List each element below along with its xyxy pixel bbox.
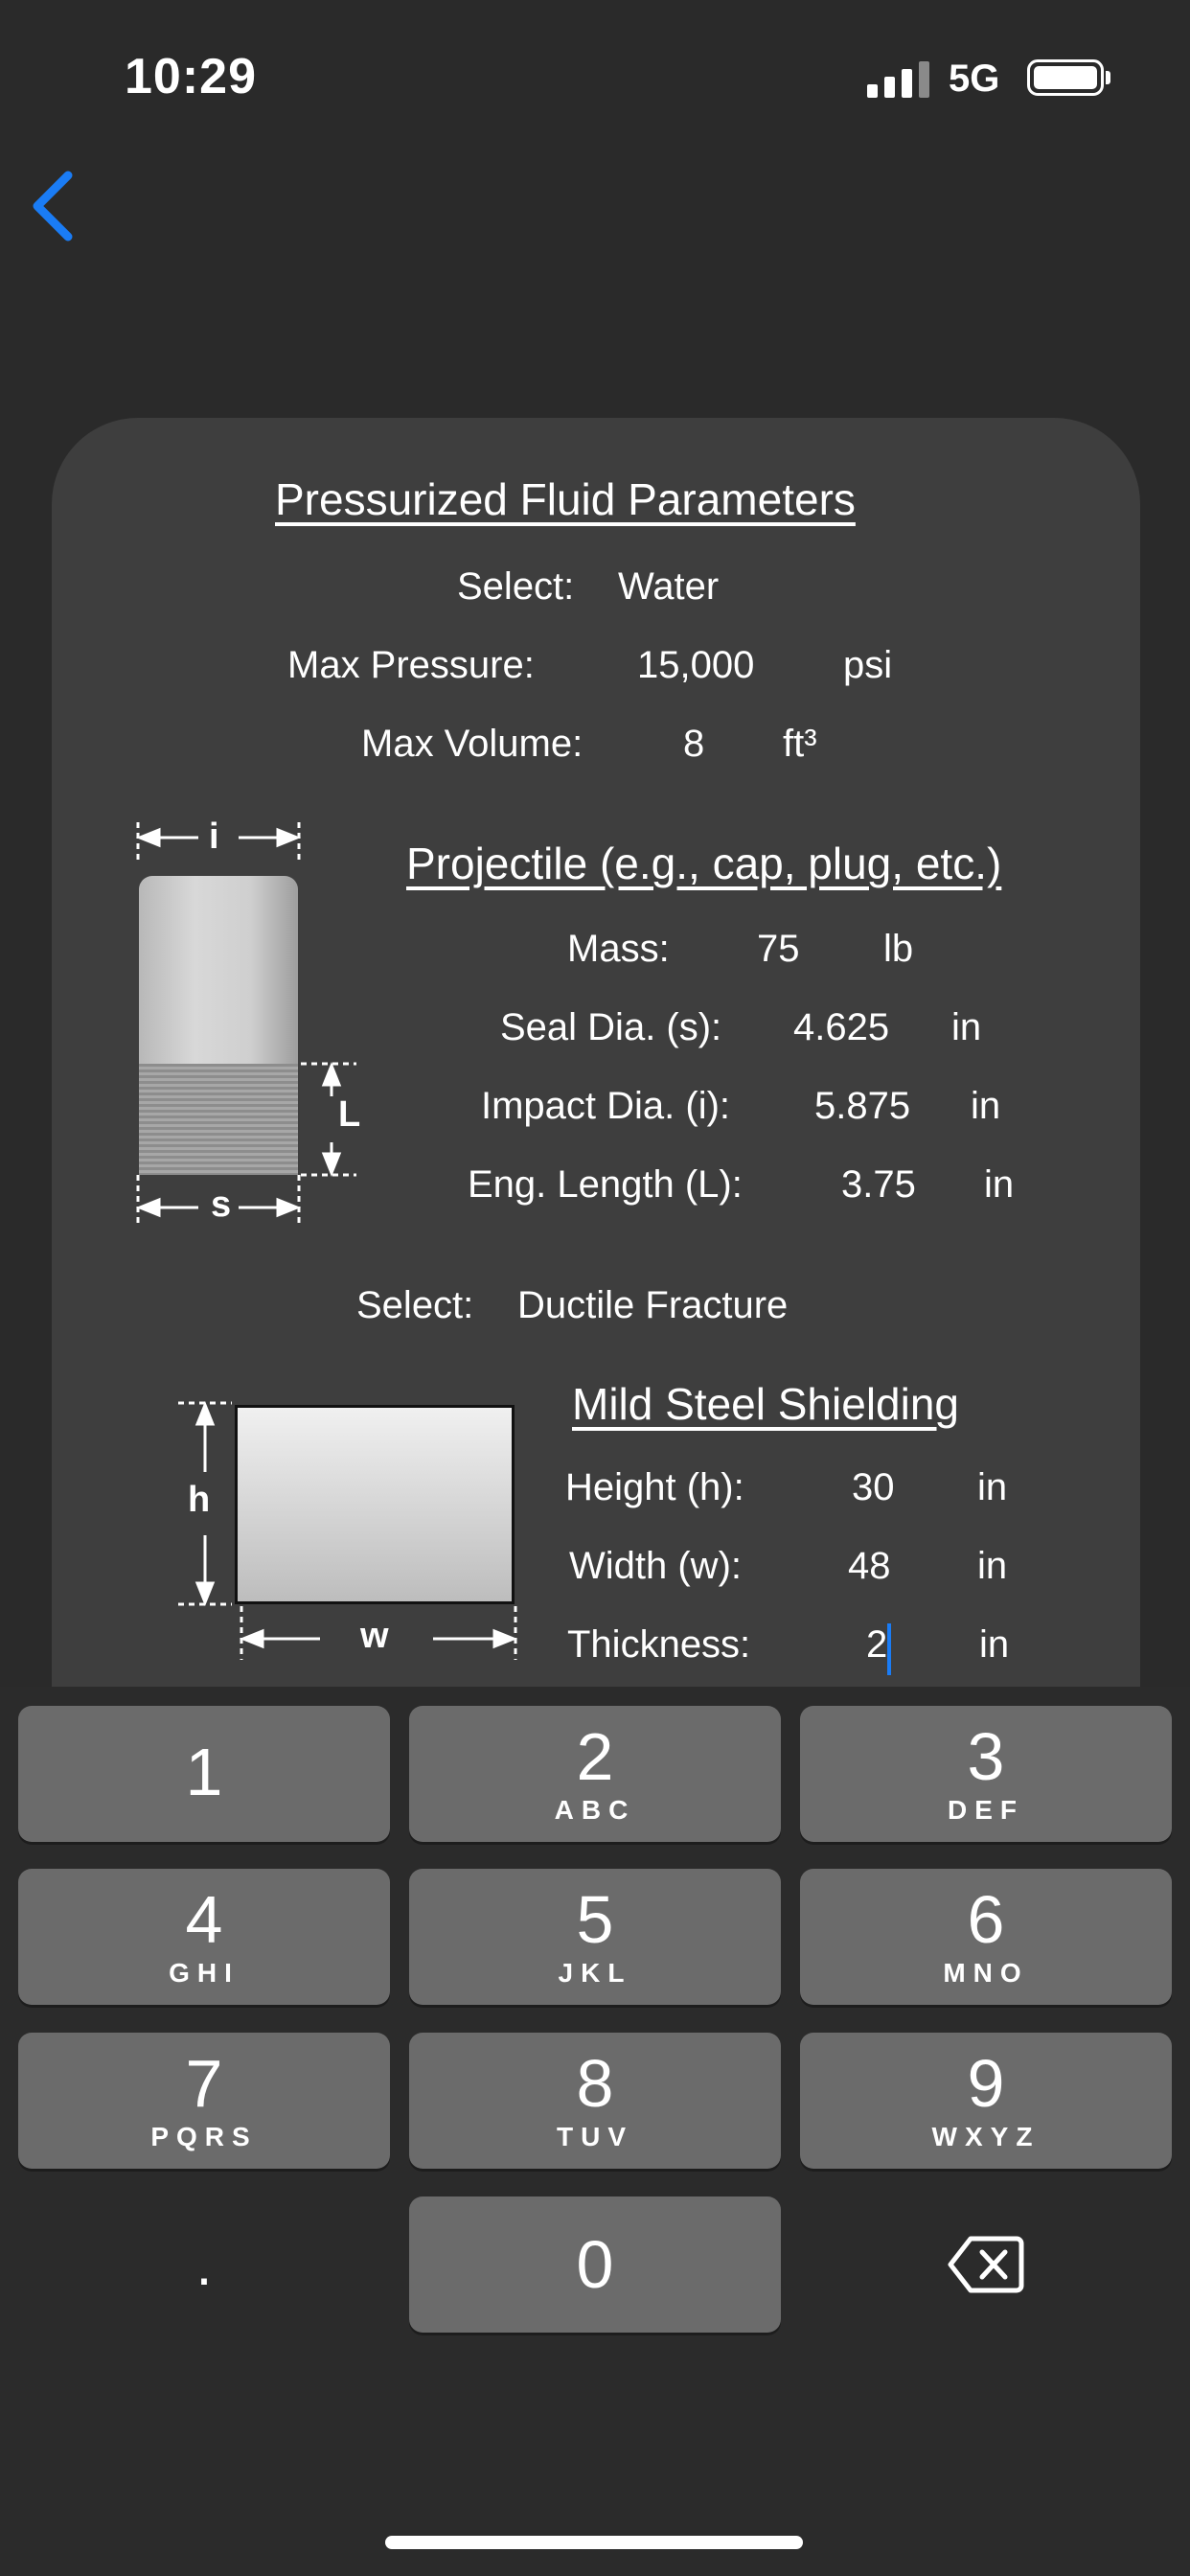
back-chevron-icon[interactable] [24,168,81,244]
failure-select-label: Select: [356,1284,474,1326]
key-7[interactable]: 7 PQRS [18,2033,390,2169]
max-pressure-label: Max Pressure: [287,644,535,686]
key-digit: 6 [967,1882,1005,1957]
projectile-body [139,876,298,1064]
projectile-seal [139,1064,298,1175]
max-pressure-field[interactable]: 15,000 [637,644,754,687]
key-0[interactable]: 0 [409,2196,781,2333]
fluid-select-label: Select: [457,565,575,608]
battery-icon [1027,59,1104,96]
key-3[interactable]: 3 DEF [800,1706,1172,1842]
projectile-title: Projectile (e.g., cap, plug, etc.) [406,839,1002,888]
thickness-label: Thickness: [567,1623,751,1666]
width-label: Width (w): [569,1545,742,1587]
key-letters: WXYZ [931,2122,1041,2151]
key-6[interactable]: 6 MNO [800,1869,1172,2005]
seal-dia-unit: in [951,1006,982,1048]
impact-dia-label: Impact Dia. (i): [481,1085,731,1127]
fluid-select-value[interactable]: Water [618,565,719,609]
home-indicator[interactable] [385,2536,803,2549]
height-field[interactable]: 30 [852,1466,895,1509]
eng-length-field[interactable]: 3.75 [841,1163,916,1207]
key-digit: 9 [967,2046,1005,2121]
battery-tip [1106,71,1110,84]
failure-select-value[interactable]: Ductile Fracture [517,1284,788,1327]
eng-length-label: Eng. Length (L): [468,1163,743,1206]
length-symbol: L [338,1094,361,1135]
max-pressure-unit: psi [843,644,893,686]
height-label: Height (h): [565,1466,744,1508]
mass-label: Mass: [567,928,670,970]
key-digit: 5 [576,1882,614,1957]
key-letters: PQRS [150,2122,258,2151]
key-2[interactable]: 2 ABC [409,1706,781,1842]
height-unit: in [977,1466,1008,1508]
width-unit: in [977,1545,1008,1587]
key-letters: MNO [943,1958,1029,1988]
key-8[interactable]: 8 TUV [409,2033,781,2169]
key-digit: 3 [967,1719,1005,1794]
key-4[interactable]: 4 GHI [18,1869,390,2005]
impact-dia-field[interactable]: 5.875 [814,1085,910,1128]
key-letters: GHI [169,1958,240,1988]
key-letters: JKL [558,1958,632,1988]
signal-icon [867,59,929,98]
key-letters: DEF [948,1795,1024,1825]
key-letters: TUV [557,2122,633,2151]
key-decimal[interactable]: . [18,2196,390,2333]
impact-dia-symbol: i [209,816,219,857]
key-5[interactable]: 5 JKL [409,1869,781,2005]
eng-length-unit: in [984,1163,1015,1206]
shield-plate [235,1405,515,1604]
key-digit: 8 [576,2046,614,2121]
delete-key[interactable] [800,2196,1172,2333]
shielding-title: Mild Steel Shielding [572,1379,960,1429]
network-type: 5G [949,58,1000,100]
height-symbol: h [188,1480,211,1520]
key-digit: 4 [185,1882,223,1957]
thickness-unit: in [979,1623,1010,1666]
seal-dia-label: Seal Dia. (s): [500,1006,722,1048]
backspace-icon [948,2236,1024,2293]
key-letters: ABC [554,1795,636,1825]
mass-unit: lb [883,928,914,970]
fluid-params-title: Pressurized Fluid Parameters [275,474,856,524]
key-1[interactable]: 1 [18,1706,390,1842]
width-symbol: w [360,1616,389,1656]
impact-dia-unit: in [971,1085,1001,1127]
key-digit: 1 [185,1735,223,1809]
max-volume-unit: ft³ [783,723,817,765]
key-digit: 0 [576,2227,614,2302]
key-digit: 2 [576,1719,614,1794]
max-volume-label: Max Volume: [361,723,584,765]
text-cursor [887,1623,891,1675]
key-digit: 7 [185,2046,223,2121]
seal-dia-field[interactable]: 4.625 [793,1006,889,1049]
key-9[interactable]: 9 WXYZ [800,2033,1172,2169]
max-volume-field[interactable]: 8 [683,723,704,766]
thickness-field[interactable]: 2 [866,1623,887,1667]
width-field[interactable]: 48 [848,1545,891,1588]
status-time: 10:29 [125,49,257,104]
mass-field[interactable]: 75 [757,928,800,971]
seal-dia-symbol: s [211,1184,232,1225]
